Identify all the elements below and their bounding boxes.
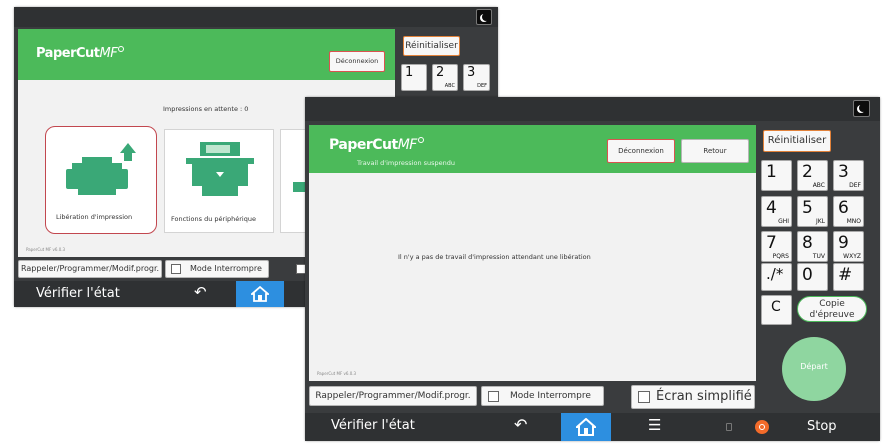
release-print-label: Libération d'impression: [56, 213, 133, 221]
back-check-status-button[interactable]: Vérifier l'état: [36, 286, 120, 301]
back-top-bar: [14, 7, 498, 27]
key-6[interactable]: 6 MNO: [833, 196, 864, 227]
stop-button[interactable]: Stop: [807, 419, 837, 434]
start-button[interactable]: Départ: [782, 337, 846, 401]
back-recall-button[interactable]: Rappeler/Programmer/Modif.progr.: [18, 260, 162, 278]
recall-button[interactable]: Rappeler/Programmer/Modif.progr.: [309, 386, 477, 406]
back-reset-button[interactable]: Réinitialiser: [403, 36, 460, 56]
key-0[interactable]: 0: [797, 263, 828, 291]
device-functions-label: Fonctions du périphérique: [171, 215, 256, 223]
simplified-screen-checkbox[interactable]: [638, 391, 650, 403]
menu-icon[interactable]: ☰: [648, 416, 661, 434]
back-button[interactable]: Retour: [681, 139, 749, 163]
logout-button[interactable]: Déconnexion: [607, 139, 675, 163]
home-button[interactable]: [561, 413, 611, 441]
back-interrupt-button[interactable]: Mode Interrompre: [165, 260, 269, 278]
reset-button[interactable]: Réinitialiser: [763, 130, 831, 152]
key-3[interactable]: 3 DEF: [833, 160, 864, 191]
key-2[interactable]: 2 ABC: [797, 160, 828, 191]
stop-icon[interactable]: [755, 420, 769, 434]
interrupt-button[interactable]: Mode Interrompre: [481, 386, 604, 406]
back-home-button[interactable]: [236, 281, 284, 307]
key-9[interactable]: 9 WXYZ: [833, 231, 864, 262]
back-key-1[interactable]: 1: [401, 64, 427, 91]
papercut-logo: PaperCutMF: [36, 46, 125, 61]
home-icon: [251, 286, 269, 302]
back-key-3[interactable]: 3 DEF: [463, 64, 490, 91]
key-8[interactable]: 8 TUV: [797, 231, 828, 262]
back-header: PaperCutMF Déconnexion: [18, 29, 395, 80]
front-screen: PaperCutMF Travail d'impression suspendu…: [309, 125, 756, 381]
energy-saver-icon[interactable]: [853, 100, 870, 117]
pending-jobs-text: Impressions en attente : 0: [163, 105, 249, 113]
device-functions-tile[interactable]: Fonctions du périphérique: [164, 129, 274, 233]
simplified-screen-label: Écran simplifié: [656, 389, 752, 404]
front-top-bar: [305, 97, 880, 121]
key-dot-star[interactable]: ./*: [761, 263, 792, 291]
interrupt-checkbox[interactable]: [488, 391, 499, 402]
logout-button[interactable]: Déconnexion: [329, 51, 385, 72]
front-version-text: PaperCut MF v6.0.3: [317, 371, 357, 376]
back-key-2[interactable]: 2 ABC: [432, 64, 458, 91]
back-interrupt-label: Mode Interrompre: [190, 264, 262, 273]
return-icon[interactable]: ↶: [514, 415, 527, 434]
front-bottom-bar: Vérifier l'état ↶ ☰ Stop: [305, 413, 880, 441]
clear-key[interactable]: C: [761, 295, 792, 325]
data-indicator-icon: [726, 423, 732, 431]
energy-saver-icon[interactable]: [476, 9, 492, 25]
back-return-icon[interactable]: ↶: [194, 283, 207, 301]
home-icon: [576, 418, 596, 436]
papercut-logo: PaperCutMF: [329, 137, 424, 153]
copier-icon: [186, 142, 254, 196]
check-status-button[interactable]: Vérifier l'état: [331, 418, 415, 433]
back-interrupt-checkbox[interactable]: [171, 264, 181, 274]
key-1[interactable]: 1: [761, 160, 792, 191]
no-jobs-message: Il n'y a pas de travail d'impression att…: [398, 253, 591, 261]
key-4[interactable]: 4 GHI: [761, 196, 792, 227]
front-header: PaperCutMF Travail d'impression suspendu…: [309, 125, 756, 173]
key-hash[interactable]: #: [833, 263, 864, 291]
key-7[interactable]: 7 PQRS: [761, 231, 792, 262]
start-label: Départ: [800, 362, 828, 371]
header-subtitle: Travail d'impression suspendu: [357, 159, 456, 167]
front-panel: PaperCutMF Travail d'impression suspendu…: [305, 97, 880, 441]
key-5[interactable]: 5 JKL: [797, 196, 828, 227]
proof-copy-button[interactable]: Copie d'épreuve: [797, 296, 867, 322]
simplified-screen-button[interactable]: Écran simplifié: [631, 385, 755, 409]
back-version-text: PaperCut MF v6.0.3: [26, 247, 66, 252]
interrupt-label: Mode Interrompre: [510, 391, 591, 401]
release-print-tile[interactable]: Libération d'impression: [45, 126, 157, 234]
printer-release-icon: [66, 143, 136, 195]
